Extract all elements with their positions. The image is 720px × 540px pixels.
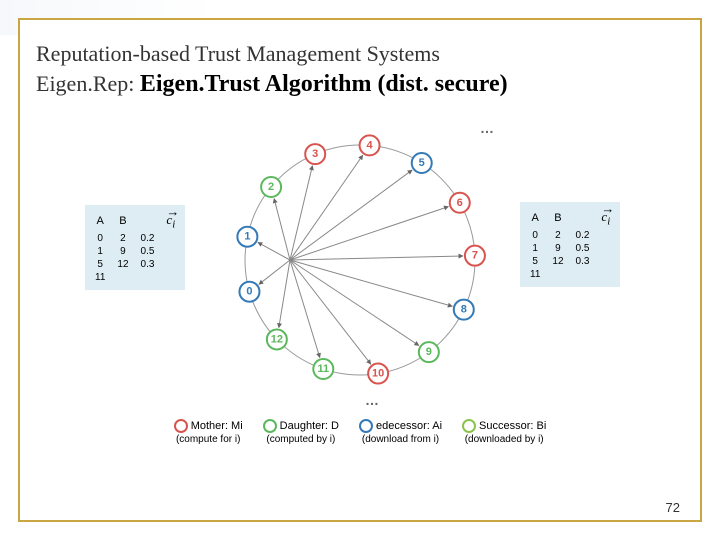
svg-text:4: 4 xyxy=(366,139,373,151)
legend-edecessor: edecessor: Ai(download from i) xyxy=(359,419,442,445)
svg-text:12: 12 xyxy=(271,333,283,345)
node-6: 6 xyxy=(450,193,470,213)
legend-mother: Mother: Mi(compute for i) xyxy=(174,419,243,445)
svg-text:7: 7 xyxy=(472,250,478,262)
svg-text:6: 6 xyxy=(457,197,463,209)
node-9: 9 xyxy=(419,342,439,362)
svg-text:0: 0 xyxy=(246,286,252,298)
slide-title: Reputation-based Trust Management System… xyxy=(36,40,684,100)
svg-text:8: 8 xyxy=(461,304,467,316)
arrow-to-2 xyxy=(274,199,290,260)
node-2: 2 xyxy=(261,177,281,197)
node-7: 7 xyxy=(465,246,485,266)
svg-text:9: 9 xyxy=(426,346,432,358)
title-main: Eigen.Trust Algorithm (dist. secure) xyxy=(140,71,508,97)
node-4: 4 xyxy=(360,135,380,155)
svg-text:3: 3 xyxy=(312,148,318,160)
arrow-to-12 xyxy=(279,260,290,328)
node-0: 0 xyxy=(239,282,259,302)
page-number: 72 xyxy=(666,500,680,515)
node-5: 5 xyxy=(412,153,432,173)
right-table: ABc→i020.2190.55120.311 xyxy=(520,202,620,287)
legend: Mother: Mi(compute for i) Daughter: D(com… xyxy=(40,419,680,445)
eigentrust-diagram: 0123456789101112 … … ABc→i020.2190.55120… xyxy=(40,110,680,450)
arrow-to-10 xyxy=(290,260,371,364)
arrow-to-9 xyxy=(290,260,419,345)
arrow-to-4 xyxy=(290,155,363,260)
ellipsis-top: … xyxy=(480,120,494,136)
node-11: 11 xyxy=(313,359,333,379)
title-line1: Reputation-based Trust Management System… xyxy=(36,41,440,66)
arrow-to-1 xyxy=(258,242,290,260)
svg-text:10: 10 xyxy=(372,368,384,380)
arrow-to-8 xyxy=(290,260,452,306)
svg-text:2: 2 xyxy=(268,181,274,193)
legend-daughter: Daughter: D(computed by i) xyxy=(263,419,339,445)
svg-text:11: 11 xyxy=(317,363,329,375)
arrow-to-7 xyxy=(290,256,463,260)
node-8: 8 xyxy=(454,300,474,320)
title-prefix: Eigen.Rep: xyxy=(36,71,140,96)
ellipsis-bottom: … xyxy=(365,392,379,408)
svg-text:5: 5 xyxy=(419,157,425,169)
arrow-to-0 xyxy=(259,260,290,284)
arrow-to-6 xyxy=(290,207,448,260)
svg-text:1: 1 xyxy=(244,231,250,243)
arrow-to-11 xyxy=(290,260,320,358)
node-3: 3 xyxy=(305,144,325,164)
node-10: 10 xyxy=(368,364,388,384)
left-table: ABc→i020.2190.55120.311 xyxy=(85,205,185,290)
legend-successor: Successor: Bi(downloaded by i) xyxy=(462,419,546,445)
node-1: 1 xyxy=(237,227,257,247)
node-12: 12 xyxy=(267,329,287,349)
